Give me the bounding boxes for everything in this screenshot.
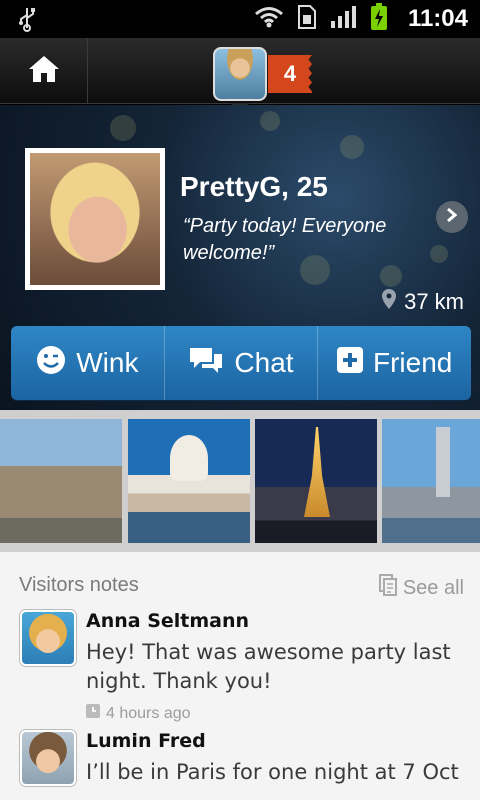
chevron-right-icon [445, 207, 459, 227]
clock: 11:04 [407, 5, 468, 32]
note-author: Lumin Fred [86, 730, 206, 752]
note-time-label: 4 hours ago [106, 704, 191, 722]
chat-button[interactable]: Chat [165, 326, 319, 400]
home-icon [27, 54, 61, 88]
visitors-notes-panel: Visitors notes See all Anna Seltmann Hey… [0, 552, 480, 800]
section-title: Visitors notes [19, 574, 139, 596]
note-time: 4 hours ago [86, 704, 191, 723]
note-text: I’ll be in Paris for one night at 7 Oct [86, 760, 459, 784]
friend-button[interactable]: Friend [318, 326, 471, 400]
gallery-photo-eiffel-tower[interactable] [255, 419, 377, 543]
chat-bubbles-icon [188, 346, 224, 381]
distance: 37 km [382, 289, 464, 315]
wifi-icon [254, 6, 284, 32]
clock-icon [86, 704, 100, 723]
bokeh-light [380, 265, 402, 287]
action-bar: Wink Chat Friend [11, 326, 471, 400]
avatar[interactable] [20, 610, 76, 666]
list-item[interactable]: Anna Seltmann Hey! That was awesome part… [20, 610, 470, 723]
note-author: Anna Seltmann [86, 610, 250, 632]
note-text: Hey! That was awesome party last night. … [86, 640, 451, 693]
gallery-photo-castle[interactable] [0, 419, 122, 543]
gallery-photo-taj-mahal[interactable] [128, 419, 250, 543]
location-pin-icon [382, 289, 397, 315]
next-profile-button[interactable] [436, 201, 468, 233]
wink-button[interactable]: Wink [11, 326, 165, 400]
battery-charging-icon [370, 3, 388, 35]
bokeh-light [430, 245, 448, 263]
see-all-label: See all [402, 576, 464, 599]
status-bar: 11:04 [0, 0, 480, 38]
wink-label: Wink [76, 347, 139, 378]
bokeh-light [340, 135, 364, 159]
plus-square-icon [336, 346, 363, 380]
distance-value: 37 km [404, 289, 464, 314]
avatar[interactable] [213, 47, 267, 101]
profile-name: PrettyG, 25 [180, 171, 328, 202]
bokeh-light [110, 115, 136, 141]
top-navigation: 4 [0, 38, 480, 104]
friend-label: Friend [372, 347, 453, 378]
avatar[interactable] [20, 730, 76, 786]
see-all-button[interactable]: See all [378, 574, 464, 602]
list-item[interactable]: Lumin Fred I’ll be in Paris for one nigh… [20, 730, 470, 800]
profile-header: PrettyG, 25 “Party today! Everyone welco… [0, 105, 480, 410]
bokeh-light [260, 111, 280, 131]
photo-gallery[interactable] [0, 410, 480, 552]
smiley-icon [36, 345, 66, 382]
usb-icon [18, 6, 36, 36]
notes-list-icon [378, 574, 397, 602]
sim-icon [297, 5, 316, 33]
notification-badge[interactable]: 4 [268, 55, 312, 93]
home-button[interactable] [0, 38, 88, 104]
signal-icon [330, 6, 356, 32]
gallery-photo-new-york[interactable] [382, 419, 480, 543]
chat-label: Chat [234, 347, 294, 378]
profile-status: “Party today! Everyone welcome!” [183, 215, 387, 264]
profile-photo[interactable] [25, 148, 165, 290]
